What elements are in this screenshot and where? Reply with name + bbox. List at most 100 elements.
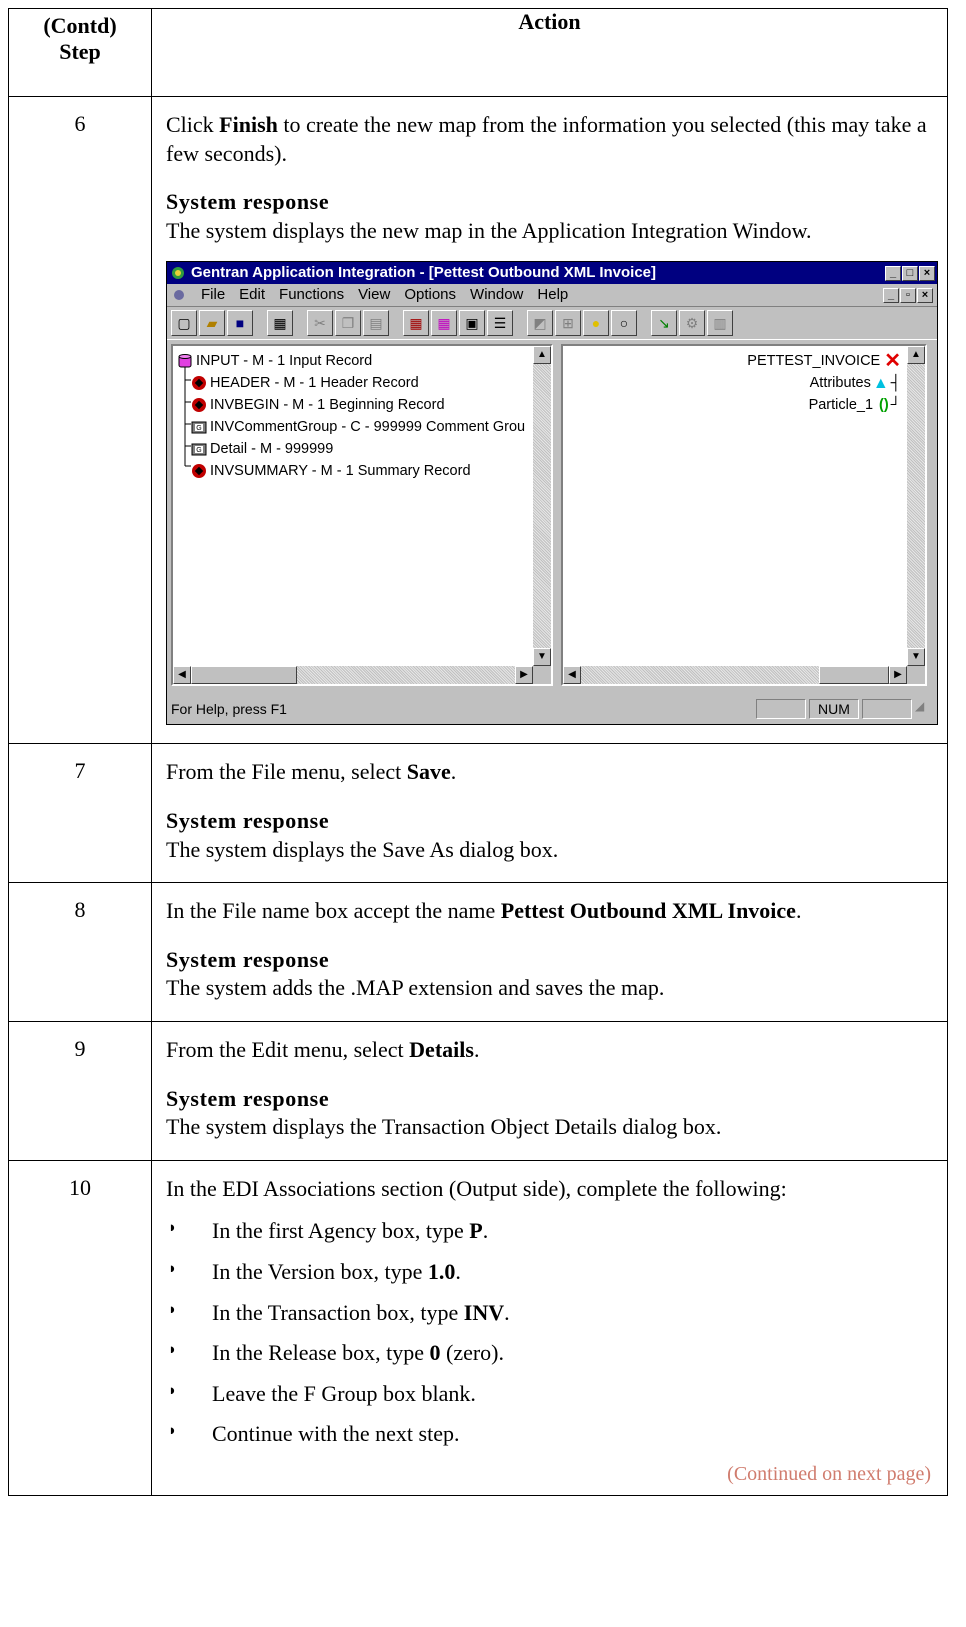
right-vertical-scrollbar[interactable]: ▲ ▼ bbox=[907, 346, 925, 667]
cyan-triangle-icon: ▲ bbox=[872, 374, 889, 392]
open-icon[interactable]: ▰ bbox=[199, 310, 225, 337]
tree-item-invbegin[interactable]: INVBEGIN - M - 1 Beginning Record bbox=[177, 394, 525, 416]
mdi-restore-button[interactable]: ▫ bbox=[900, 287, 916, 303]
menu-help[interactable]: Help bbox=[537, 286, 568, 304]
step-action: Click Finish to create the new map from … bbox=[151, 95, 948, 745]
step-instruction: In the EDI Associations section (Output … bbox=[166, 1175, 787, 1201]
menu-window[interactable]: Window bbox=[470, 286, 523, 304]
tree-item-pettest-invoice[interactable]: PETTEST_INVOICE ✕ bbox=[747, 350, 901, 372]
record-icon bbox=[192, 464, 206, 479]
tree-item-detail[interactable]: G Detail - M - 999999 bbox=[177, 438, 525, 460]
menu-file[interactable]: File bbox=[201, 286, 225, 304]
app-icon bbox=[172, 267, 184, 280]
table-header-row: (Contd) Step Action bbox=[8, 8, 948, 97]
bullet-list: ◗ In the first Agency box, type P. ◗ In th… bbox=[166, 1217, 935, 1449]
record-icon bbox=[192, 376, 206, 391]
window-title: Gentran Application Integration - [Pette… bbox=[191, 264, 657, 282]
copy-icon[interactable]: ❐ bbox=[335, 310, 361, 337]
status-bar: For Help, press F1 NUM ◢ bbox=[171, 697, 933, 721]
step-number: 8 bbox=[8, 882, 152, 1022]
system-response-text: The system adds the .MAP extension and s… bbox=[166, 975, 665, 1001]
menu-bar: File Edit Functions View Options Window … bbox=[167, 284, 937, 306]
tree-item-invsummary[interactable]: INVSUMMARY - M - 1 Summary Record bbox=[177, 460, 525, 482]
step-row-9: 9 From the Edit menu, select Details. Sy… bbox=[8, 1020, 948, 1161]
right-horizontal-scrollbar[interactable]: ◀ ▶ bbox=[563, 666, 907, 685]
step-action: From the File menu, select Save. System … bbox=[151, 743, 948, 884]
scroll-thumb[interactable] bbox=[191, 666, 297, 685]
system-response-text: The system displays the Save As dialog b… bbox=[166, 836, 559, 862]
scroll-thumb[interactable] bbox=[819, 666, 889, 685]
svg-text:G: G bbox=[196, 447, 201, 454]
list-icon[interactable]: ☰ bbox=[487, 310, 513, 337]
input-tree: INPUT - M - 1 Input Record HEADER - M - … bbox=[177, 350, 525, 482]
document-icon bbox=[174, 290, 184, 301]
tree-icon[interactable]: ⊞ bbox=[555, 310, 581, 337]
menu-edit[interactable]: Edit bbox=[239, 286, 265, 304]
scroll-up-icon[interactable]: ▲ bbox=[907, 346, 925, 365]
contd-label: (Contd) bbox=[43, 13, 117, 38]
paste-icon[interactable]: ▤ bbox=[363, 310, 389, 337]
link-icon[interactable]: ↘ bbox=[651, 310, 677, 337]
left-vertical-scrollbar[interactable]: ▲ ▼ bbox=[533, 346, 551, 667]
step-row-8: 8 In the File name box accept the name P… bbox=[8, 882, 948, 1022]
bulb-off-icon[interactable]: ○ bbox=[611, 310, 637, 337]
compile-icon[interactable]: ▥ bbox=[707, 310, 733, 337]
tree-item-header[interactable]: HEADER - M - 1 Header Record bbox=[177, 372, 525, 394]
maximize-button[interactable]: □ bbox=[902, 265, 918, 281]
menu-functions[interactable]: Functions bbox=[279, 286, 344, 304]
bulb-on-icon[interactable]: ● bbox=[583, 310, 609, 337]
grid-icon[interactable]: ▦ bbox=[403, 310, 429, 337]
scroll-left-icon[interactable]: ◀ bbox=[173, 666, 191, 685]
scroll-down-icon[interactable]: ▼ bbox=[907, 648, 925, 667]
green-paren-icon: () bbox=[879, 396, 889, 413]
scroll-right-icon[interactable]: ▶ bbox=[889, 666, 907, 685]
action-column-header: Action bbox=[151, 8, 948, 97]
bullet-icon: ◗ bbox=[168, 1301, 178, 1318]
status-text: For Help, press F1 bbox=[171, 700, 287, 717]
cut-icon[interactable]: ✂ bbox=[307, 310, 333, 337]
procedure-table: (Contd) Step Action 6 Click Finish to cr… bbox=[8, 8, 948, 1496]
step-label: Step bbox=[59, 39, 101, 65]
tree-item-invcommentgroup[interactable]: G INVCommentGroup - C - 999999 Comment G… bbox=[177, 416, 525, 438]
step-instruction: From the Edit menu, select Details. bbox=[166, 1036, 480, 1062]
scroll-down-icon[interactable]: ▼ bbox=[533, 648, 551, 667]
bullet-icon: ◗ bbox=[168, 1423, 178, 1440]
menu-options[interactable]: Options bbox=[404, 286, 456, 304]
input-tree-pane[interactable]: INPUT - M - 1 Input Record HEADER - M - … bbox=[171, 344, 553, 687]
step-number: 9 bbox=[8, 1020, 152, 1161]
step-instruction: In the File name box accept the name Pet… bbox=[166, 898, 802, 924]
unlink-icon[interactable]: ⚙ bbox=[679, 310, 705, 337]
mdi-close-button[interactable]: × bbox=[917, 287, 933, 303]
save-icon[interactable]: ■ bbox=[227, 310, 253, 337]
minimize-button[interactable]: _ bbox=[885, 265, 901, 281]
continued-note: (Continued on next page) bbox=[727, 1462, 931, 1485]
close-button[interactable]: × bbox=[919, 265, 935, 281]
tree-item-particle-1[interactable]: Particle_1 () ┘ bbox=[747, 394, 901, 416]
bullet-icon: ◗ bbox=[168, 1382, 178, 1399]
new-icon[interactable]: ▢ bbox=[171, 310, 197, 337]
group-icon: G bbox=[191, 421, 207, 434]
menu-view[interactable]: View bbox=[358, 286, 390, 304]
list-item: ◗ In the Transaction box, type INV. bbox=[168, 1299, 510, 1325]
tree-item-attributes[interactable]: Attributes ▲ ┤ bbox=[747, 372, 901, 394]
output-tree-pane[interactable]: PETTEST_INVOICE ✕ Attributes ▲ ┤ Particl… bbox=[561, 344, 927, 687]
network-icon[interactable]: ◩ bbox=[527, 310, 553, 337]
num-lock-indicator: NUM bbox=[809, 699, 859, 720]
mdi-minimize-button[interactable]: _ bbox=[883, 287, 899, 303]
scroll-right-icon[interactable]: ▶ bbox=[515, 666, 533, 685]
tree-item-input[interactable]: INPUT - M - 1 Input Record bbox=[177, 350, 525, 372]
list-item: ◗ Leave the F Group box blank. bbox=[168, 1380, 476, 1406]
scroll-up-icon[interactable]: ▲ bbox=[533, 346, 551, 365]
scroll-left-icon[interactable]: ◀ bbox=[563, 666, 581, 685]
system-response-title: System response bbox=[166, 807, 330, 833]
table-icon[interactable]: ▦ bbox=[431, 310, 457, 337]
resize-grip-icon[interactable]: ◢ bbox=[915, 699, 933, 719]
system-response-text: The system displays the Transaction Obje… bbox=[166, 1114, 722, 1140]
window-titlebar: Gentran Application Integration - [Pette… bbox=[167, 262, 937, 285]
properties-icon[interactable]: ▣ bbox=[459, 310, 485, 337]
calendar-icon[interactable]: ▦ bbox=[267, 310, 293, 337]
system-response-title: System response bbox=[166, 189, 330, 215]
toolbar: ▢ ▰ ■ ▦ ✂ ❐ ▤ ▦ ▦ ▣ ☰ ◩ ⊞ ● ○ ↘ ⚙ ▥ bbox=[167, 306, 937, 341]
left-horizontal-scrollbar[interactable]: ◀ ▶ bbox=[173, 666, 533, 685]
list-item: ◗ In the Version box, type 1.0. bbox=[168, 1258, 461, 1284]
